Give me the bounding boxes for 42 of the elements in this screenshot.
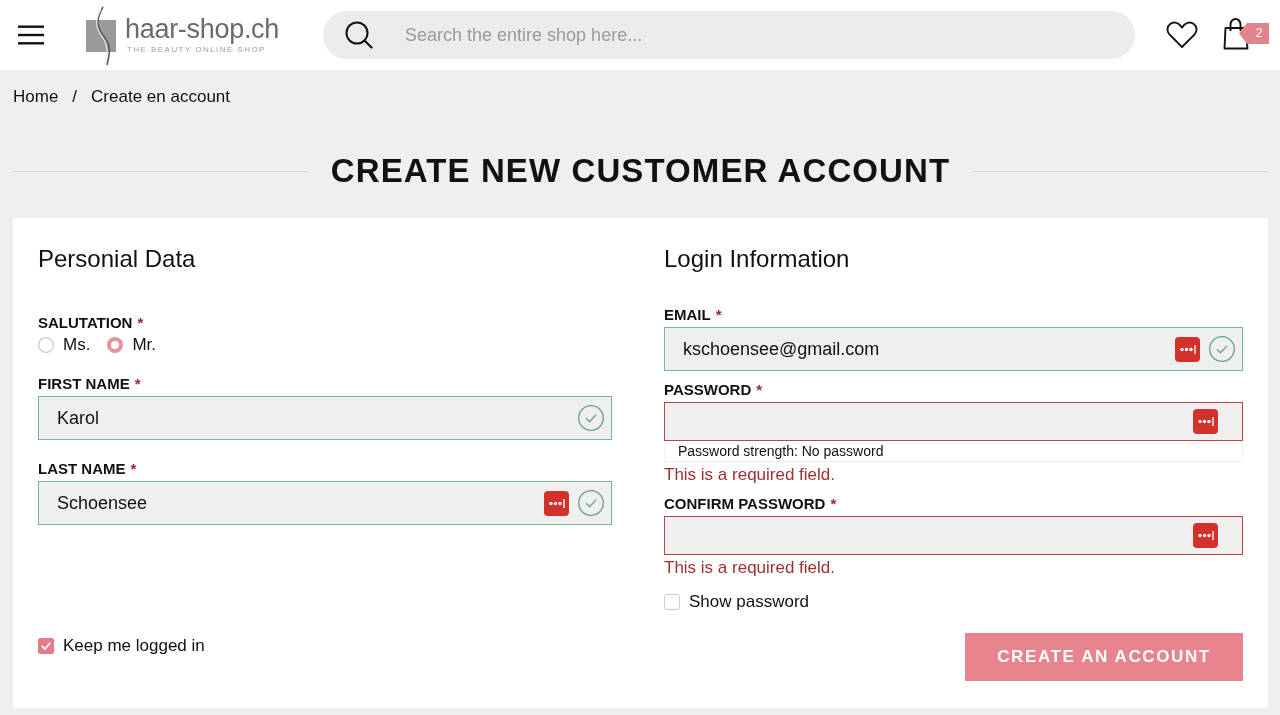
- required-mark: *: [756, 381, 763, 399]
- section-title: Personial Data: [38, 244, 197, 274]
- field-label: CONFIRM PASSWORD: [664, 495, 826, 513]
- field-label: EMAIL: [664, 306, 711, 324]
- logo-text[interactable]: haar-shop.ch: [125, 13, 279, 44]
- checkbox-label: Show password: [689, 592, 809, 612]
- search-icon: [345, 21, 373, 49]
- section-title: Login Information: [664, 244, 851, 274]
- input-field[interactable]: Schoensee: [38, 481, 612, 525]
- radio-button[interactable]: [107, 337, 124, 353]
- input-field[interactable]: Karol: [38, 396, 612, 440]
- required-mark: *: [137, 314, 144, 332]
- required-mark: *: [830, 495, 837, 513]
- field-label: PASSWORD: [664, 381, 752, 399]
- field-label: LAST NAME: [38, 460, 126, 478]
- page-title: CREATE NEW CUSTOMER ACCOUNT: [330, 151, 951, 191]
- password-manager-icon[interactable]: [1193, 523, 1218, 548]
- menu-icon[interactable]: [18, 25, 44, 45]
- input-field[interactable]: [664, 516, 1243, 555]
- search-field[interactable]: Search the entire shop here...: [323, 11, 1135, 59]
- error-message: This is a required field.: [664, 465, 837, 485]
- input-field[interactable]: kschoensee@gmail.com: [664, 327, 1243, 371]
- password-strength-meter: Password strength: No password: [664, 441, 1243, 462]
- radio-button[interactable]: [38, 337, 54, 353]
- breadcrumb-current: Create en account: [91, 87, 230, 107]
- password-manager-icon[interactable]: [1193, 409, 1218, 434]
- field-label: SALUTATION: [38, 314, 133, 332]
- heart-icon[interactable]: [1166, 21, 1198, 49]
- field-label: FIRST NAME: [38, 375, 130, 393]
- required-mark: *: [715, 306, 722, 324]
- breadcrumb-separator: /: [72, 87, 78, 107]
- logo-tagline: THE BEAUTY ONLINE SHOP: [127, 44, 267, 55]
- required-mark: *: [134, 375, 141, 393]
- breadcrumb-link[interactable]: Home: [13, 87, 59, 107]
- input-field[interactable]: [664, 402, 1243, 441]
- radio-label: Ms.: [63, 335, 91, 355]
- checkbox-label: Keep me logged in: [63, 636, 205, 656]
- radio-label: Mr.: [132, 335, 156, 355]
- checkbox[interactable]: [664, 594, 680, 610]
- required-mark: *: [130, 460, 137, 478]
- error-message: This is a required field.: [664, 558, 837, 578]
- checkbox[interactable]: [38, 638, 54, 654]
